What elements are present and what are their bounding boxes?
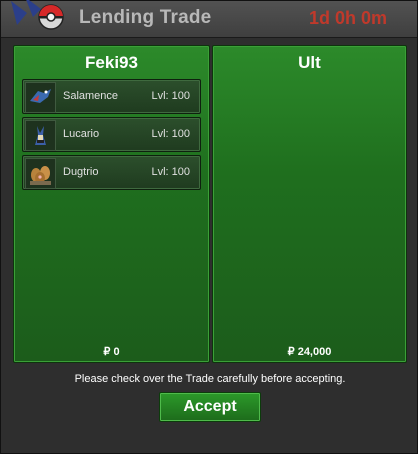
- title-bar[interactable]: Lending Trade 1d 0h 0m: [1, 0, 417, 38]
- window-title: Lending Trade: [79, 7, 212, 28]
- trade-item-salamence[interactable]: Salamence Lvl: 100: [22, 79, 201, 114]
- left-money: ₽ 0: [103, 346, 120, 358]
- accept-button[interactable]: Accept: [159, 392, 261, 422]
- trade-window: Lending Trade 1d 0h 0m Feki93 Salamence …: [0, 0, 418, 454]
- item-level: Lvl: 100: [151, 90, 190, 102]
- trade-item-lucario[interactable]: Lucario Lvl: 100: [22, 117, 201, 152]
- right-trade-panel: Ult ₽ 24,000: [212, 45, 407, 363]
- app-logo-icon: [11, 0, 64, 30]
- item-level: Lvl: 100: [151, 166, 190, 178]
- right-trader-name: Ult: [298, 53, 321, 72]
- trade-notice: Please check over the Trade carefully be…: [74, 373, 346, 385]
- trade-item-dugtrio[interactable]: Dugtrio Lvl: 100: [22, 155, 201, 190]
- left-trade-panel: Feki93 Salamence Lvl: 100 Lucario Lvl: 1…: [13, 45, 210, 363]
- right-money: ₽ 24,000: [287, 346, 332, 358]
- item-name: Salamence: [63, 90, 119, 102]
- lucario-icon: [25, 120, 56, 151]
- item-name: Dugtrio: [63, 166, 99, 178]
- trade-timer: 1d 0h 0m: [308, 8, 387, 28]
- item-name: Lucario: [63, 128, 100, 140]
- left-trader-name: Feki93: [85, 53, 138, 72]
- salamence-icon: [25, 82, 56, 113]
- dugtrio-icon: [25, 158, 56, 189]
- item-level: Lvl: 100: [151, 128, 190, 140]
